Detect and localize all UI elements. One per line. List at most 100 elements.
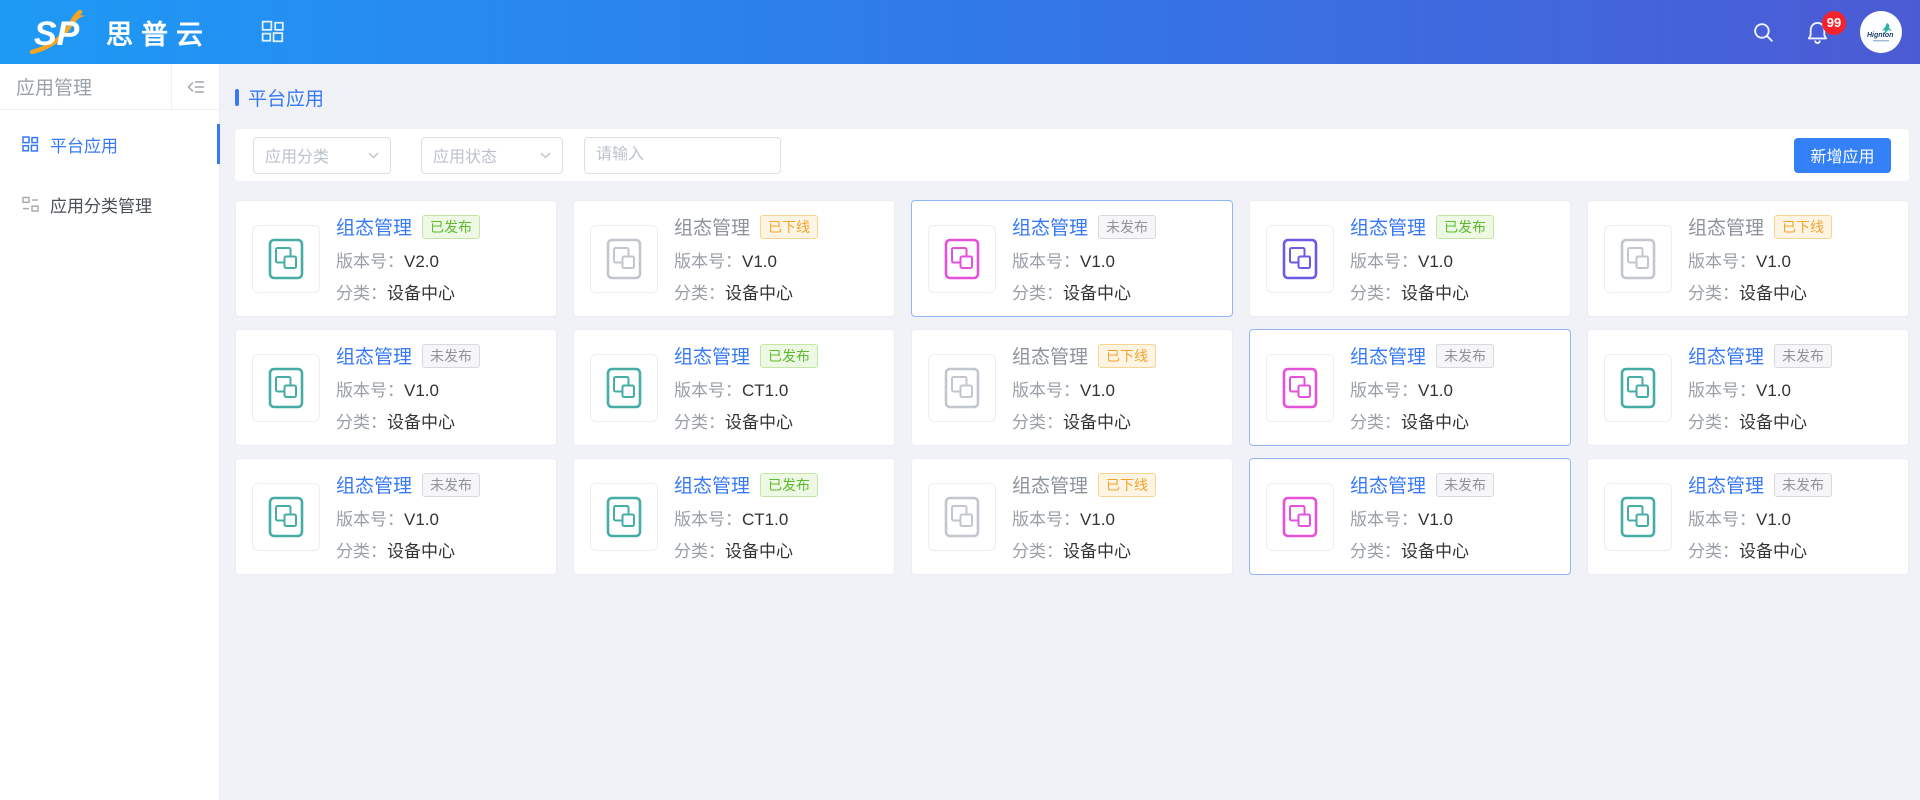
app-card[interactable]: 组态管理 未发布 版本号：V1.0 分类：设备中心 (911, 200, 1233, 317)
app-title-link[interactable]: 组态管理 (1350, 471, 1426, 498)
app-category: 分类：设备中心 (1350, 537, 1494, 562)
status-badge: 未发布 (1774, 473, 1832, 497)
app-title-link[interactable]: 组态管理 (674, 342, 750, 369)
user-avatar[interactable]: Hignton (1860, 11, 1902, 53)
app-category: 分类：设备中心 (1688, 537, 1832, 562)
brand-name: 思普云 (106, 13, 211, 52)
app-title-link[interactable]: 组态管理 (1350, 213, 1426, 240)
app-title-link[interactable]: 组态管理 (1688, 213, 1764, 240)
app-category: 分类：设备中心 (1688, 279, 1832, 304)
app-icon-box (928, 483, 996, 551)
app-info: 组态管理 未发布 版本号：V1.0 分类：设备中心 (1350, 471, 1494, 562)
app-info: 组态管理 未发布 版本号：V1.0 分类：设备中心 (1012, 213, 1156, 304)
search-input[interactable] (584, 137, 781, 174)
app-card[interactable]: 组态管理 未发布 版本号：V1.0 分类：设备中心 (1249, 458, 1571, 575)
app-info: 组态管理 已下线 版本号：V1.0 分类：设备中心 (1012, 471, 1156, 562)
app-title-link[interactable]: 组态管理 (1688, 471, 1764, 498)
app-info: 组态管理 已下线 版本号：V1.0 分类：设备中心 (1012, 342, 1156, 433)
app-title-link[interactable]: 组态管理 (1012, 342, 1088, 369)
app-info: 组态管理 未发布 版本号：V1.0 分类：设备中心 (1688, 342, 1832, 433)
status-badge: 已发布 (760, 473, 818, 497)
notification-count-badge: 99 (1822, 11, 1846, 35)
app-version: 版本号：V2.0 (336, 247, 480, 272)
app-card[interactable]: 组态管理 已下线 版本号：V1.0 分类：设备中心 (1587, 200, 1909, 317)
sidebar-item-platform-apps[interactable]: 平台应用 (0, 124, 219, 164)
app-category: 分类：设备中心 (336, 537, 480, 562)
filter-panel: 应用分类 应用状态 新增应用 (235, 129, 1909, 181)
app-card[interactable]: 组态管理 未发布 版本号：V1.0 分类：设备中心 (1587, 458, 1909, 575)
status-badge: 未发布 (422, 344, 480, 368)
app-version: 版本号：V1.0 (674, 247, 818, 272)
app-version: 版本号：V1.0 (1350, 505, 1494, 530)
app-card[interactable]: 组态管理 已下线 版本号：V1.0 分类：设备中心 (573, 200, 895, 317)
app-overlap-squares-icon (1616, 237, 1660, 281)
app-info: 组态管理 已发布 版本号：CT1.0 分类：设备中心 (674, 342, 818, 433)
app-overlap-squares-icon (1616, 495, 1660, 539)
status-badge: 已下线 (1774, 215, 1832, 239)
search-icon[interactable] (1752, 21, 1775, 44)
app-info: 组态管理 已发布 版本号：V1.0 分类：设备中心 (1350, 213, 1494, 304)
app-card[interactable]: 组态管理 已发布 版本号：CT1.0 分类：设备中心 (573, 458, 895, 575)
status-badge: 未发布 (1098, 215, 1156, 239)
app-category-select[interactable]: 应用分类 (253, 137, 391, 174)
sidebar-item-label: 平台应用 (50, 132, 118, 157)
notifications-bell-icon[interactable]: 99 (1805, 20, 1830, 45)
app-version: 版本号：V1.0 (336, 376, 480, 401)
app-card[interactable]: 组态管理 未发布 版本号：V1.0 分类：设备中心 (235, 458, 557, 575)
app-icon-box (252, 225, 320, 293)
app-icon-box (1266, 225, 1334, 293)
sidebar-collapse-icon[interactable] (171, 64, 219, 109)
app-icon-box (1604, 483, 1672, 551)
app-card[interactable]: 组态管理 未发布 版本号：V1.0 分类：设备中心 (1249, 329, 1571, 446)
sidebar-item-app-category-management[interactable]: 应用分类管理 (0, 184, 219, 224)
app-title-link[interactable]: 组态管理 (336, 213, 412, 240)
app-title-link[interactable]: 组态管理 (674, 471, 750, 498)
apps-grid-icon[interactable] (261, 20, 285, 44)
app-card[interactable]: 组态管理 未发布 版本号：V1.0 分类：设备中心 (1587, 329, 1909, 446)
app-overlap-squares-icon (940, 366, 984, 410)
add-app-button[interactable]: 新增应用 (1794, 138, 1891, 173)
app-version: 版本号：V1.0 (1350, 247, 1494, 272)
status-badge: 已下线 (760, 215, 818, 239)
status-badge: 已下线 (1098, 473, 1156, 497)
app-icon-box (1266, 354, 1334, 422)
app-category: 分类：设备中心 (1012, 408, 1156, 433)
app-card[interactable]: 组态管理 已下线 版本号：V1.0 分类：设备中心 (911, 458, 1233, 575)
app-category: 分类：设备中心 (1012, 279, 1156, 304)
app-grid: 组态管理 已发布 版本号：V2.0 分类：设备中心 组态管理 已下线 (235, 200, 1909, 575)
title-accent-bar (235, 89, 239, 106)
sidebar-header: 应用管理 (0, 64, 219, 110)
sidebar-item-label: 应用分类管理 (50, 192, 152, 217)
app-title-link[interactable]: 组态管理 (674, 213, 750, 240)
chevron-down-icon (368, 152, 379, 159)
app-category: 分类：设备中心 (674, 537, 818, 562)
app-title-link[interactable]: 组态管理 (1012, 471, 1088, 498)
app-overlap-squares-icon (602, 495, 646, 539)
sidebar-title: 应用管理 (0, 64, 171, 109)
app-overlap-squares-icon (264, 495, 308, 539)
app-info: 组态管理 已发布 版本号：V2.0 分类：设备中心 (336, 213, 480, 304)
app-status-select[interactable]: 应用状态 (421, 137, 563, 174)
status-badge: 未发布 (1774, 344, 1832, 368)
app-title-link[interactable]: 组态管理 (1350, 342, 1426, 369)
app-card[interactable]: 组态管理 已发布 版本号：V2.0 分类：设备中心 (235, 200, 557, 317)
app-overlap-squares-icon (602, 237, 646, 281)
app-card[interactable]: 组态管理 已发布 版本号：CT1.0 分类：设备中心 (573, 329, 895, 446)
app-category: 分类：设备中心 (1350, 279, 1494, 304)
sidebar: 应用管理 (0, 64, 220, 800)
app-root: SP 思普云 99 (0, 0, 1920, 800)
app-title-link[interactable]: 组态管理 (1688, 342, 1764, 369)
app-title-link[interactable]: 组态管理 (1012, 213, 1088, 240)
app-version: 版本号：V1.0 (336, 505, 480, 530)
app-card[interactable]: 组态管理 已下线 版本号：V1.0 分类：设备中心 (911, 329, 1233, 446)
app-info: 组态管理 未发布 版本号：V1.0 分类：设备中心 (1350, 342, 1494, 433)
status-badge: 已发布 (422, 215, 480, 239)
app-title-link[interactable]: 组态管理 (336, 471, 412, 498)
chevron-down-icon (540, 152, 551, 159)
app-card[interactable]: 组态管理 未发布 版本号：V1.0 分类：设备中心 (235, 329, 557, 446)
app-icon-box (590, 483, 658, 551)
app-card[interactable]: 组态管理 已发布 版本号：V1.0 分类：设备中心 (1249, 200, 1571, 317)
topbar-actions: 99 Hignton (1752, 11, 1902, 53)
app-title-link[interactable]: 组态管理 (336, 342, 412, 369)
app-icon-box (928, 354, 996, 422)
